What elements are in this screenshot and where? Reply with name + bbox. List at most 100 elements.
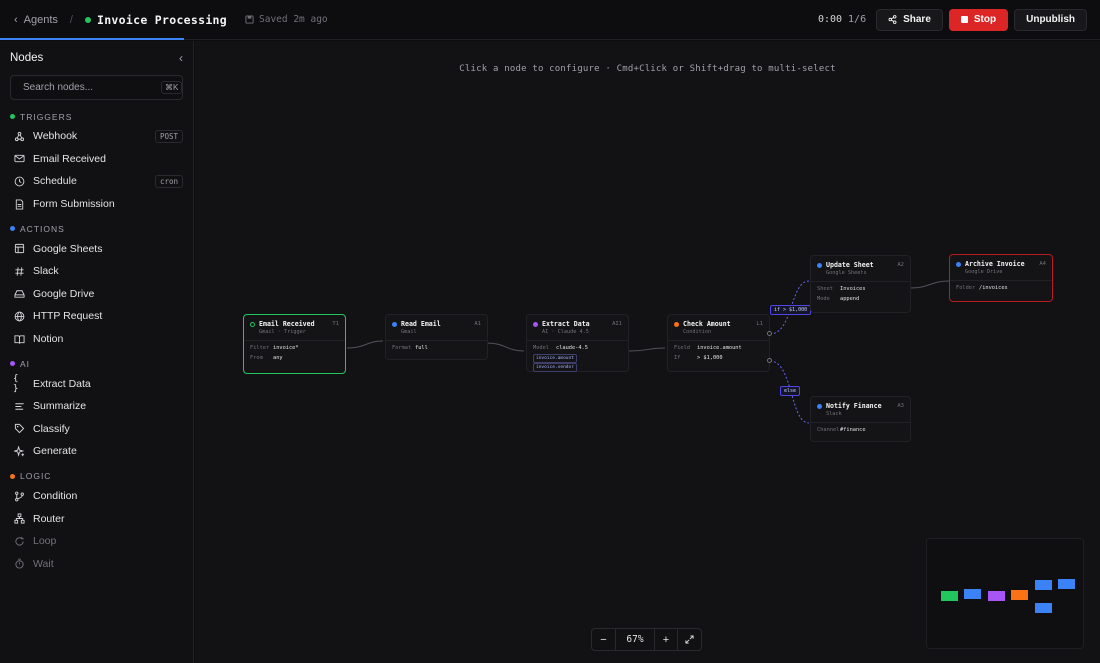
sidebar-item-http-request[interactable]: HTTP Request xyxy=(0,305,193,328)
braces-icon: { } xyxy=(13,373,19,394)
node-update-sheet[interactable]: Update Sheet A2 Google Sheets Sheet Invoic… xyxy=(810,255,911,313)
minimap-node-condition xyxy=(1011,590,1028,600)
unpublish-button[interactable]: Unpublish xyxy=(1014,8,1087,31)
webhook-icon xyxy=(13,130,25,142)
fit-view-button[interactable] xyxy=(678,629,701,650)
node-field-row: From any xyxy=(250,355,283,361)
node-id: A1 xyxy=(474,321,481,327)
search-input[interactable] xyxy=(23,82,155,93)
node-title: Read Email xyxy=(401,320,441,328)
node-subtitle: Gmail xyxy=(401,329,417,335)
sidebar-item-label: Wait xyxy=(33,557,54,570)
sidebar-item-email-received[interactable]: Email Received xyxy=(0,148,193,171)
output-port-false[interactable] xyxy=(767,358,772,363)
action-dot xyxy=(956,261,961,267)
node-subtitle: Google Sheets xyxy=(826,270,867,276)
sidebar-item-label: Loop xyxy=(33,535,57,548)
mail-icon xyxy=(13,153,25,165)
edge-update-to-archive xyxy=(909,280,951,289)
search-shortcut: ⌘K xyxy=(161,81,183,94)
minimap-node-archive xyxy=(1058,579,1075,589)
minimap-node-extract xyxy=(988,591,1005,601)
breadcrumb-separator: / xyxy=(69,13,73,26)
category-triggers: TRIGGERS xyxy=(0,108,193,125)
share-button[interactable]: Share xyxy=(876,8,943,31)
save-icon xyxy=(245,15,254,24)
globe-icon xyxy=(13,310,25,322)
node-id: T1 xyxy=(332,321,339,327)
breadcrumb-agents-link[interactable]: Agents xyxy=(24,14,58,26)
timer-icon xyxy=(13,558,25,570)
output-chips: invoice.amountinvoice.vendor xyxy=(527,351,628,372)
node-field-row: Mode append xyxy=(817,296,860,302)
book-icon xyxy=(13,333,25,345)
chevron-left-icon[interactable]: ‹ xyxy=(14,14,18,26)
run-timer: 0:00 xyxy=(817,14,843,25)
sidebar-item-loop[interactable]: Loop xyxy=(0,530,193,553)
edge-label-else[interactable]: else xyxy=(780,386,801,396)
collapse-sidebar-icon[interactable]: ‹ xyxy=(179,51,183,65)
node-id: A2 xyxy=(897,262,904,268)
router-icon xyxy=(13,513,25,525)
stop-label: Stop xyxy=(973,14,997,25)
sidebar-item-google-sheets[interactable]: Google Sheets xyxy=(0,237,193,260)
unpublish-label: Unpublish xyxy=(1026,14,1075,25)
node-field-row: Channel #finance xyxy=(817,427,866,433)
action-dot xyxy=(817,403,822,409)
breadcrumb: ‹ Agents / Invoice Processing Saved 2m a… xyxy=(14,13,328,27)
sidebar-item-form-submission[interactable]: Form Submission xyxy=(0,193,193,216)
node-email-received[interactable]: Email Received T1 Gmail · Trigger Filter i… xyxy=(243,314,346,374)
category-label: ACTIONS xyxy=(20,223,65,234)
sidebar-item-classify[interactable]: Classify xyxy=(0,418,193,441)
sidebar-item-label: Webhook xyxy=(33,130,78,143)
node-notify-finance[interactable]: Notify Finance A3 Slack Channel #finance xyxy=(810,396,911,442)
sidebar-item-webhook[interactable]: Webhook POST xyxy=(0,125,193,148)
hash-icon xyxy=(13,265,25,277)
branch-icon xyxy=(13,490,25,502)
sidebar-item-label: Summarize xyxy=(33,400,87,413)
edge-read-to-extract xyxy=(486,342,525,352)
output-port-true[interactable] xyxy=(767,331,772,336)
method-tag: POST xyxy=(154,129,183,143)
active-tab-indicator xyxy=(0,38,184,40)
form-icon xyxy=(13,198,25,210)
zoom-out-button[interactable]: − xyxy=(592,629,615,650)
sidebar-item-label: Condition xyxy=(33,490,78,503)
category-label: TRIGGERS xyxy=(20,111,73,122)
sidebar-item-label: Email Received xyxy=(33,152,106,165)
minimap[interactable] xyxy=(926,538,1084,649)
stop-button[interactable]: Stop xyxy=(948,8,1009,31)
category-dot xyxy=(10,114,15,119)
node-read-email[interactable]: Read Email A1 Gmail Format full xyxy=(385,314,488,360)
node-subtitle: Gmail · Trigger xyxy=(259,329,306,335)
sidebar-item-condition[interactable]: Condition xyxy=(0,485,193,508)
workflow-canvas[interactable]: Click a node to configure · Cmd+Click or… xyxy=(195,41,1100,663)
sidebar-item-generate[interactable]: Generate xyxy=(0,440,193,463)
edge-email-to-read xyxy=(346,340,384,349)
node-extract-data[interactable]: Extract Data AI1 AI · Claude 4.5 Model cla… xyxy=(526,314,629,372)
edge-label-if[interactable]: if > $1,000 xyxy=(770,305,812,315)
sidebar-item-google-drive[interactable]: Google Drive xyxy=(0,283,193,306)
node-archive-invoice[interactable]: Archive Invoice A4 Google Drive Folder/in… xyxy=(949,254,1053,302)
sidebar-item-schedule[interactable]: Schedule cron xyxy=(0,170,193,193)
minimap-node-trigger xyxy=(941,591,958,601)
action-dot xyxy=(392,321,397,327)
sidebar-item-wait[interactable]: Wait xyxy=(0,553,193,576)
sidebar-item-summarize[interactable]: Summarize xyxy=(0,395,193,418)
zoom-in-button[interactable]: + xyxy=(655,629,678,650)
sidebar-item-slack[interactable]: Slack xyxy=(0,260,193,283)
sidebar-item-notion[interactable]: Notion xyxy=(0,328,193,351)
step-counter: 1/6 xyxy=(848,14,867,25)
minimap-node-notify xyxy=(1035,603,1052,613)
search-field: ⌘K xyxy=(10,75,183,100)
status-dot xyxy=(84,16,91,23)
sidebar-item-label: Form Submission xyxy=(33,198,115,211)
page-title-text: Invoice Processing xyxy=(96,12,228,27)
category-actions: ACTIONS xyxy=(0,220,193,237)
sidebar-item-router[interactable]: Router xyxy=(0,507,193,530)
category-dot xyxy=(10,473,15,479)
node-subtitle: Condition xyxy=(683,329,712,335)
node-check-amount[interactable]: Check Amount L1 Condition Field invoice.am… xyxy=(667,314,770,372)
category-logic: LOGIC xyxy=(0,468,193,485)
sidebar-item-extract-data[interactable]: { } Extract Data xyxy=(0,372,193,395)
